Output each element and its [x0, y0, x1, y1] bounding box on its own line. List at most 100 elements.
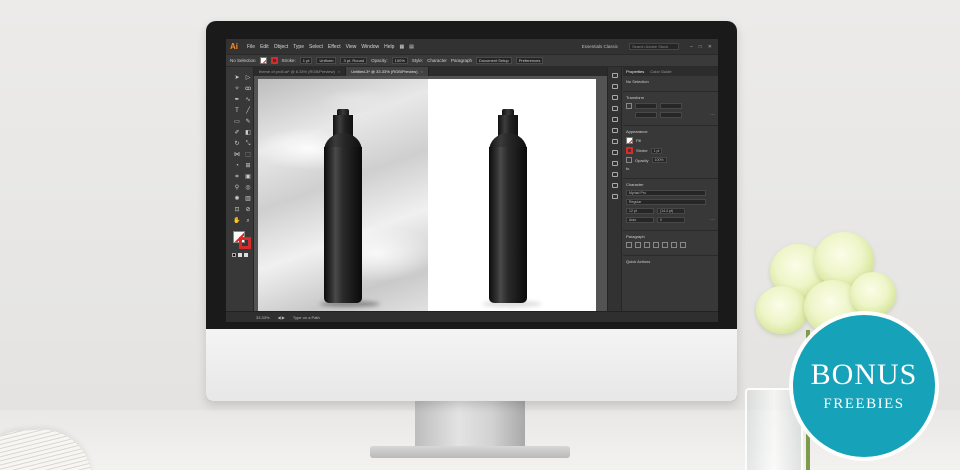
workspace-switcher[interactable]: Essentials Classic: [582, 44, 618, 49]
width-tool-icon[interactable]: ⋈: [233, 152, 241, 159]
stroke-panel-icon[interactable]: [612, 139, 618, 144]
menu-view[interactable]: View: [346, 44, 357, 50]
tracking-field[interactable]: 0: [657, 217, 685, 223]
maximize-icon[interactable]: □: [699, 44, 702, 50]
align-center-icon[interactable]: [635, 242, 641, 248]
rectangle-tool-icon[interactable]: ▭: [233, 119, 241, 126]
tab-document-1[interactable]: theme of pro5.ai* @ 8.33% (RGB/Preview) ×: [254, 67, 347, 76]
menu-window[interactable]: Window: [361, 44, 379, 50]
paintbrush-icon[interactable]: ✎: [244, 119, 252, 126]
preferences-button[interactable]: Preferences: [515, 57, 544, 64]
lasso-icon[interactable]: ꝏ: [244, 86, 252, 93]
stock-search-input[interactable]: Search Adobe Stock: [628, 43, 679, 50]
document-setup-button[interactable]: Document Setup: [475, 57, 512, 64]
mesh-tool-icon[interactable]: ⌗: [233, 174, 241, 181]
eyedropper-icon[interactable]: ⚲: [233, 185, 241, 192]
opacity-field[interactable]: 100%: [651, 157, 667, 163]
paragraph-link[interactable]: Paragraph: [451, 58, 472, 63]
font-size-field[interactable]: 12 pt: [626, 208, 654, 214]
zoom-tool-icon[interactable]: ⌕: [244, 218, 252, 225]
curvature-tool-icon[interactable]: ∿: [244, 97, 252, 104]
tab-color-guide[interactable]: Color Guide: [650, 69, 671, 74]
brushes-icon[interactable]: [612, 84, 618, 89]
justify-right-icon[interactable]: [671, 242, 677, 248]
menu-edit[interactable]: Edit: [260, 44, 269, 50]
rotate-tool-icon[interactable]: ↻: [233, 141, 241, 148]
gradient-tool-icon[interactable]: ▣: [244, 174, 252, 181]
pen-tool-icon[interactable]: ✒: [233, 97, 241, 104]
width-field[interactable]: [660, 103, 682, 109]
character-link[interactable]: Character: [427, 58, 447, 63]
graph-tool-icon[interactable]: ▥: [244, 196, 252, 203]
stroke-weight-field[interactable]: 1 pt: [650, 147, 663, 154]
y-field[interactable]: [635, 112, 657, 118]
appearance-fill-swatch[interactable]: [626, 137, 633, 144]
shaper-tool-icon[interactable]: ✐: [233, 130, 241, 137]
appearance-stroke-swatch[interactable]: [626, 147, 633, 154]
scale-tool-icon[interactable]: ⤡: [244, 141, 252, 148]
hand-tool-icon[interactable]: ✋: [233, 218, 241, 225]
justify-center-icon[interactable]: [662, 242, 668, 248]
align-right-icon[interactable]: [644, 242, 650, 248]
leading-field[interactable]: (14.4 pt): [657, 208, 685, 214]
justify-left-icon[interactable]: [653, 242, 659, 248]
menu-type[interactable]: Type: [293, 44, 304, 50]
symbols-icon[interactable]: [612, 95, 618, 100]
symbol-sprayer-icon[interactable]: ✺: [233, 196, 241, 203]
eraser-icon[interactable]: ◧: [244, 130, 252, 137]
close-tab-icon[interactable]: ×: [338, 69, 340, 74]
artboard-nav-icon[interactable]: ◀ ▶: [278, 315, 285, 320]
fill-stroke-widget[interactable]: [233, 231, 251, 249]
fill-swatch[interactable]: [259, 57, 267, 64]
bonus-badge[interactable]: BONUS FREEBIES: [793, 315, 935, 457]
close-tab-icon[interactable]: ×: [421, 69, 423, 74]
align-left-icon[interactable]: [626, 242, 632, 248]
font-style-select[interactable]: Regular: [626, 199, 706, 205]
menu-object[interactable]: Object: [274, 44, 288, 50]
magic-wand-icon[interactable]: ✧: [233, 86, 241, 93]
slice-tool-icon[interactable]: ⊘: [244, 207, 252, 214]
close-icon[interactable]: ✕: [708, 44, 712, 50]
tab-document-2[interactable]: Untitled-3* @ 33.33% (RGB/Preview) ×: [346, 67, 429, 76]
transform-panel-icon[interactable]: [612, 194, 618, 199]
type-tool-icon[interactable]: T: [233, 108, 241, 115]
kerning-field[interactable]: Auto: [626, 217, 654, 223]
perspective-grid-icon[interactable]: ⊞: [244, 163, 252, 170]
reference-point-icon[interactable]: [626, 103, 632, 109]
font-family-select[interactable]: Myriad Pro: [626, 190, 706, 196]
artboard-cutout[interactable]: [428, 79, 596, 312]
align-panel-icon[interactable]: [612, 172, 618, 177]
arrange-icon[interactable]: ▤: [409, 44, 414, 50]
graphic-styles-icon[interactable]: [612, 106, 618, 111]
blend-tool-icon[interactable]: ◎: [244, 185, 252, 192]
zoom-level[interactable]: 33.33%: [256, 315, 270, 320]
selection-tool-icon[interactable]: ➤: [233, 75, 241, 82]
tab-properties[interactable]: Properties: [626, 69, 644, 74]
more-options-icon[interactable]: ⋯: [710, 218, 715, 223]
pathfinder-icon[interactable]: [612, 183, 618, 188]
line-tool-icon[interactable]: ╱: [244, 108, 252, 115]
height-field[interactable]: [660, 112, 682, 118]
bridge-icon[interactable]: ▦: [399, 44, 404, 50]
justify-all-icon[interactable]: [680, 242, 686, 248]
opacity-field[interactable]: 100%: [391, 57, 408, 64]
artboards-icon[interactable]: [612, 128, 618, 133]
menu-help[interactable]: Help: [384, 44, 394, 50]
minimize-icon[interactable]: –: [690, 44, 693, 50]
stroke-profile-select[interactable]: Uniform: [316, 57, 337, 64]
fx-button[interactable]: fx.: [626, 166, 630, 171]
more-options-icon[interactable]: ⋯: [710, 113, 715, 118]
brush-select[interactable]: 3 pt. Round: [340, 57, 368, 64]
color-modes[interactable]: [232, 253, 253, 257]
direct-selection-tool-icon[interactable]: ▷: [244, 75, 252, 82]
free-transform-icon[interactable]: ⬚: [244, 152, 252, 159]
menu-effect[interactable]: Effect: [328, 44, 341, 50]
stroke-swatch[interactable]: [270, 57, 278, 64]
swatches-icon[interactable]: [612, 73, 618, 78]
artboard-tool-icon[interactable]: ⊡: [233, 207, 241, 214]
artboard-original[interactable]: [258, 79, 428, 312]
stroke-weight-field[interactable]: 1 pt: [299, 57, 313, 64]
shape-builder-icon[interactable]: ◔: [233, 163, 241, 170]
layers-icon[interactable]: [612, 117, 618, 122]
menu-file[interactable]: File: [247, 44, 255, 50]
